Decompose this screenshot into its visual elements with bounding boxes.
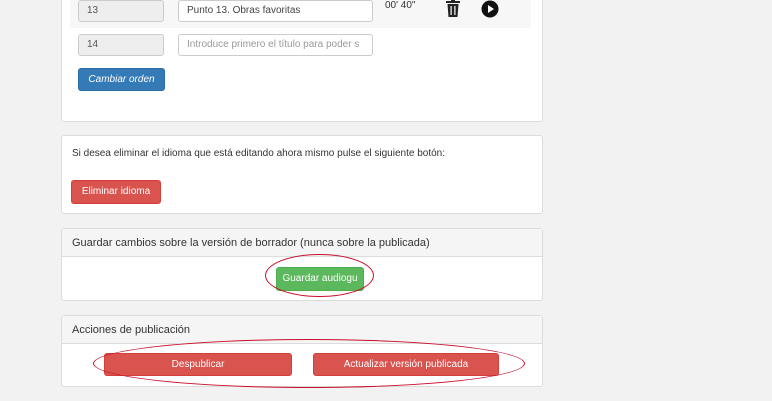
reorder-button[interactable]: Cambiar orden xyxy=(78,68,165,91)
delete-language-button[interactable]: Eliminar idioma xyxy=(71,180,161,204)
highlight-ring xyxy=(93,339,525,388)
play-icon[interactable] xyxy=(481,0,499,23)
track-number-field[interactable]: 14 xyxy=(78,34,164,56)
highlight-ring xyxy=(265,254,374,297)
draft-panel-heading: Guardar cambios sobre la versión de borr… xyxy=(62,229,542,257)
track-title-field[interactable]: Introduce primero el título para poder s xyxy=(178,34,373,56)
track-number-field[interactable]: 13 xyxy=(78,0,164,22)
track-duration: 00' 40" xyxy=(385,0,416,11)
track-title-field[interactable]: Punto 13. Obras favoritas xyxy=(178,0,373,22)
trash-icon[interactable] xyxy=(445,0,461,22)
delete-language-message: Si desea eliminar el idioma que está edi… xyxy=(72,148,446,159)
